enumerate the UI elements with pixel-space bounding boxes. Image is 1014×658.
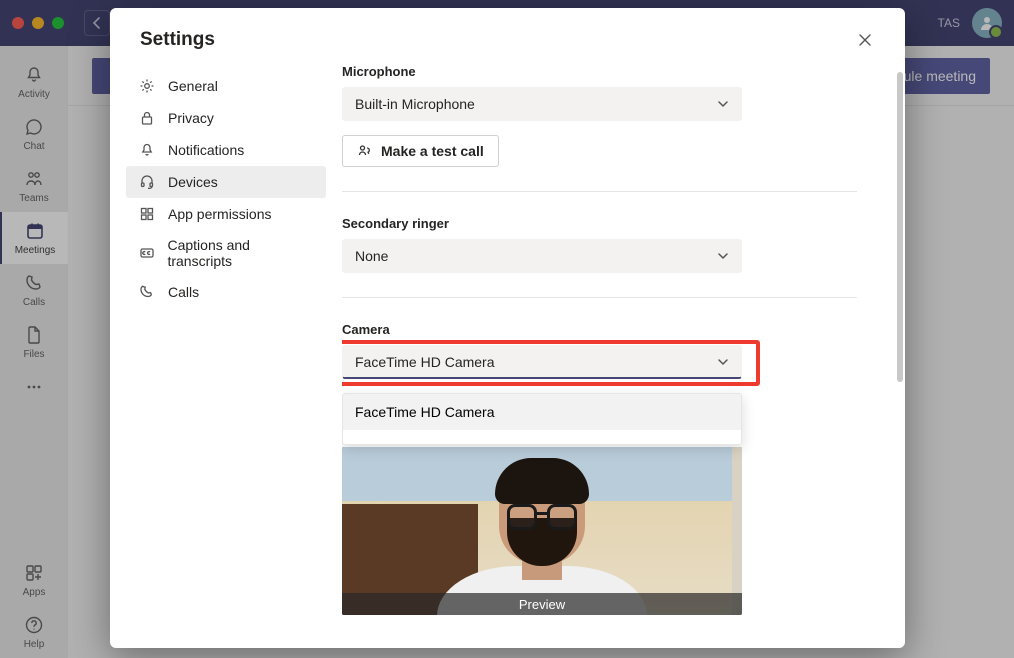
camera-select[interactable]: FaceTime HD Camera [342, 345, 742, 379]
secondary-ringer-select[interactable]: None [342, 239, 742, 273]
camera-option[interactable]: FaceTime HD Camera [343, 394, 741, 430]
grid-icon [138, 205, 156, 223]
settings-modal: Settings General Privacy [110, 8, 905, 648]
captions-icon [138, 244, 155, 262]
nav-label: Privacy [168, 110, 214, 126]
nav-privacy[interactable]: Privacy [126, 102, 326, 134]
nav-label: General [168, 78, 218, 94]
nav-app-permissions[interactable]: App permissions [126, 198, 326, 230]
phone-icon [138, 283, 156, 301]
headset-icon [138, 173, 156, 191]
chevron-down-icon [717, 356, 729, 368]
chevron-down-icon [717, 250, 729, 262]
nav-captions[interactable]: Captions and transcripts [126, 230, 326, 276]
test-call-label: Make a test call [381, 143, 484, 159]
microphone-select[interactable]: Built-in Microphone [342, 87, 742, 121]
close-icon [858, 33, 872, 47]
camera-label: Camera [342, 322, 857, 337]
nav-label: Devices [168, 174, 218, 190]
bell-icon [138, 141, 156, 159]
settings-nav: General Privacy Notifications Devices [110, 64, 342, 648]
make-test-call-button[interactable]: Make a test call [342, 135, 499, 167]
secondary-ringer-label: Secondary ringer [342, 216, 857, 231]
nav-label: Captions and transcripts [167, 237, 314, 269]
nav-devices[interactable]: Devices [126, 166, 326, 198]
nav-notifications[interactable]: Notifications [126, 134, 326, 166]
microphone-selected: Built-in Microphone [355, 96, 475, 112]
test-call-icon [357, 143, 373, 159]
nav-general[interactable]: General [126, 70, 326, 102]
nav-label: App permissions [168, 206, 272, 222]
chevron-down-icon [717, 98, 729, 110]
preview-label: Preview [342, 593, 742, 615]
lock-icon [138, 109, 156, 127]
camera-dropdown-panel: FaceTime HD Camera [342, 393, 742, 445]
close-button[interactable] [851, 26, 879, 54]
camera-selected: FaceTime HD Camera [355, 354, 495, 370]
gear-icon [138, 77, 156, 95]
divider [342, 191, 857, 192]
nav-label: Calls [168, 284, 199, 300]
settings-title: Settings [140, 29, 215, 51]
microphone-label: Microphone [342, 64, 857, 79]
scrollbar[interactable] [897, 72, 903, 492]
divider [342, 297, 857, 298]
camera-preview: Preview [342, 447, 742, 615]
secondary-ringer-selected: None [355, 248, 388, 264]
nav-label: Notifications [168, 142, 244, 158]
settings-content: Microphone Built-in Microphone Make a te… [342, 64, 905, 648]
nav-calls[interactable]: Calls [126, 276, 326, 308]
